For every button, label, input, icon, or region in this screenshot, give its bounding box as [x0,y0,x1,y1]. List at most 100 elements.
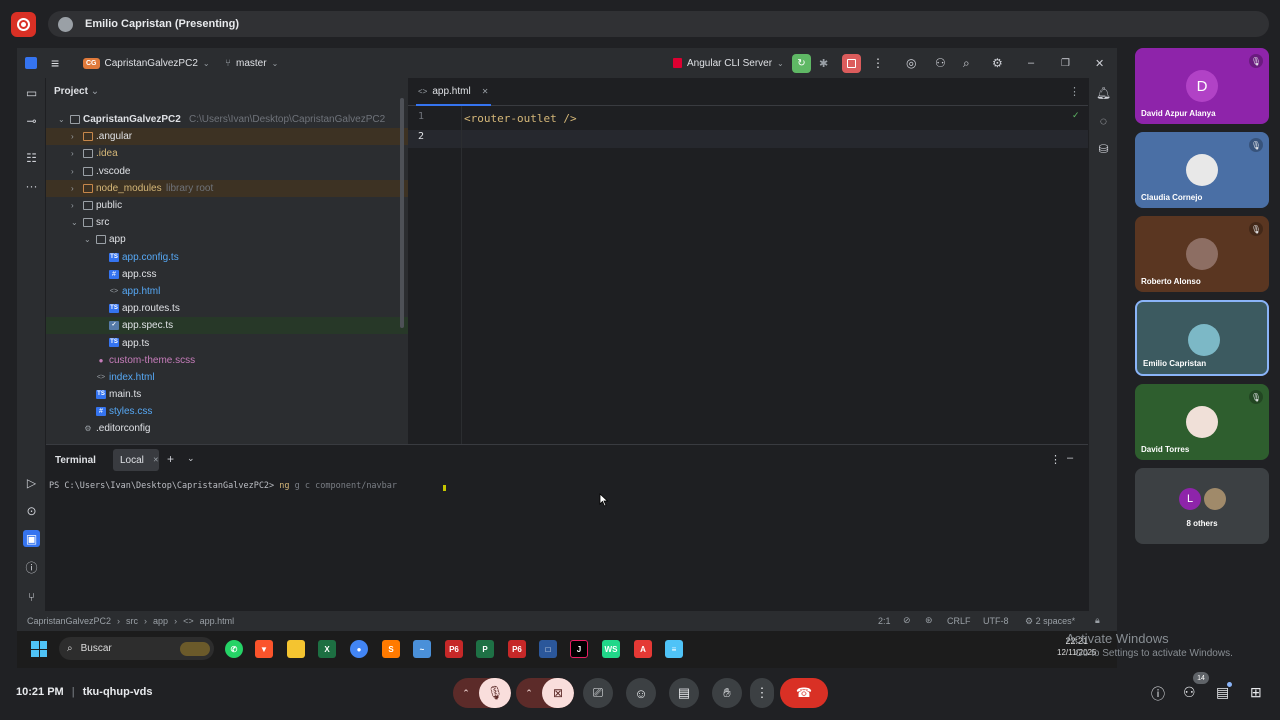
tree-item[interactable]: TS main.ts [46,386,408,403]
ai-assistant-icon[interactable]: ◎ [906,48,916,78]
tree-item[interactable]: # app.css [46,266,408,283]
editor[interactable]: <> app.html ✕ ⋮ 1 2 <router-outlet /> ✓ [408,78,1088,444]
lock-icon[interactable]: 🔒︎ [1095,615,1100,626]
tree-item[interactable]: ⌄ src [46,214,408,231]
tree-item[interactable]: TS app.ts [46,334,408,351]
recording-icon[interactable] [11,12,36,37]
participant-tile[interactable]: David Torres 🎙︎ [1135,384,1269,460]
participant-tile[interactable]: L 8 others [1135,468,1269,544]
tab-options-icon[interactable]: ⋮ [1069,85,1080,98]
app-icon[interactable]: ~ [413,640,431,658]
chevron-right-icon[interactable]: › [71,184,74,193]
project-icon[interactable]: P [476,640,494,658]
tree-item[interactable]: TS app.config.ts [46,249,408,266]
close-tab-icon[interactable]: ✕ [482,87,489,96]
brave-icon[interactable]: ▼ [255,640,273,658]
more-tools-icon[interactable]: ··· [23,177,40,194]
add-user-icon[interactable]: ⚇ [935,48,946,78]
chrome-icon[interactable]: ● [350,640,368,658]
end-call-icon[interactable]: ☎︎ [780,678,828,708]
chevron-right-icon[interactable]: › [71,132,74,141]
settings-gear-icon[interactable]: ⚙ [992,48,1003,78]
search-icon[interactable]: ⌕ [963,48,970,78]
tree-item[interactable]: › node_modules library root [46,179,408,197]
chevron-down-icon[interactable]: ⌄ [84,235,91,244]
project-panel-header[interactable]: Project ⌄ [54,86,99,97]
tree-item[interactable]: ⌄ app [46,231,408,248]
chevron-down-icon[interactable]: ⌄ [58,115,65,124]
people-icon[interactable]: ⚇ [1183,684,1196,701]
stop-button[interactable] [842,48,861,78]
tree-item[interactable]: <> app.html [46,283,408,300]
tree-item[interactable]: <> index.html [46,369,408,386]
chevron-right-icon[interactable]: › [71,201,74,210]
minimize-icon[interactable]: – [1028,48,1034,78]
tree-item[interactable]: ⌄ CapristanGalvezPC2 C:\Users\Ivan\Desktop… [46,111,408,128]
tree-item[interactable]: TS app.routes.ts [46,300,408,317]
database-icon[interactable]: ⛁ [1095,140,1112,157]
taskbar-search[interactable]: ⌕ Buscar [59,637,214,660]
more-actions-icon[interactable]: ⋮ [872,48,884,78]
folder-icon[interactable]: ▭ [23,84,40,101]
chevron-right-icon[interactable]: › [71,149,74,158]
restore-icon[interactable]: ❐ [1061,48,1070,78]
close-tab-icon[interactable]: ✕ [153,456,159,464]
raise-hand-icon[interactable]: ✋︎ [712,678,742,708]
main-menu-icon[interactable]: ≡ [51,48,59,78]
ai-chat-icon[interactable]: ◌ [1095,112,1112,129]
more-options-icon[interactable]: ⋮ [750,678,774,708]
breadcrumb-item[interactable]: src [126,616,138,626]
structure-icon[interactable]: ☷ [23,149,40,166]
code-line-1[interactable]: <router-outlet /> [464,112,577,125]
tree-item[interactable]: ● custom-theme.scss [46,352,408,369]
breadcrumb-item[interactable]: app [153,616,168,626]
tree-item[interactable]: › .vscode [46,163,408,180]
line-separator[interactable]: CRLF [947,616,971,626]
activities-icon[interactable]: ⊞ [1250,684,1262,701]
reactions-icon[interactable]: ☺ [626,678,656,708]
primavera-icon[interactable]: P6 [445,640,463,658]
chevron-down-icon[interactable]: ⌄ [71,218,78,227]
branch-selector[interactable]: ⑂ master ⌄ [225,48,278,78]
tree-item[interactable]: # styles.css [46,403,408,420]
tree-item[interactable]: › .idea [46,145,408,162]
tab-app-html[interactable]: <> app.html ✕ [416,78,491,106]
whatsapp-icon[interactable]: ✆ [225,640,243,658]
mic-options-chevron-icon[interactable]: ⌃ [453,678,479,708]
hide-panel-icon[interactable]: – [1067,452,1073,464]
cursor-position[interactable]: 2:1 [878,616,891,626]
meeting-details-icon[interactable]: ⓘ [1151,684,1165,704]
services-icon[interactable]: ⊙ [23,502,40,519]
present-screen-icon[interactable]: ⎚ [583,678,613,708]
terminal-icon[interactable]: ▣ [23,530,40,547]
tree-item[interactable]: › .angular [46,128,408,146]
sync-icon[interactable]: ⊛ [925,615,933,626]
run-icon[interactable]: ▷ [23,474,40,491]
project-selector[interactable]: CG CapristanGalvezPC2 ⌄ [83,48,210,78]
acrobat-icon[interactable]: A [634,640,652,658]
project-scrollbar[interactable] [400,98,404,328]
rerun-button[interactable]: ↻ [792,48,811,78]
mic-muted-icon[interactable]: 🎙︎ [479,678,511,708]
app-icon[interactable]: □ [539,640,557,658]
participant-tile[interactable]: Roberto Alonso 🎙︎ [1135,216,1269,292]
camera-off-icon[interactable]: ⊠ [542,678,574,708]
notifications-icon[interactable]: 🔔︎ [1095,84,1112,101]
webstorm-icon[interactable]: WS [602,640,620,658]
chevron-right-icon[interactable]: › [71,167,74,176]
captions-icon[interactable]: ▤ [669,678,699,708]
sublime-icon[interactable]: S [382,640,400,658]
encoding[interactable]: UTF-8 [983,616,1009,626]
run-config-selector[interactable]: Angular CLI Server ⌄ [673,48,784,78]
excel-icon[interactable]: X [318,640,336,658]
camera-options-chevron-icon[interactable]: ⌃ [516,678,542,708]
problems-icon[interactable]: ⓘ [23,559,40,576]
tab-local[interactable]: Local ✕ [113,449,159,471]
new-terminal-icon[interactable]: + [167,452,174,466]
chevron-down-icon[interactable]: ⌄ [187,453,195,464]
participant-tile[interactable]: Emilio Capristan [1135,300,1269,376]
participant-tile[interactable]: D David Azpur Alanya 🎙︎ [1135,48,1269,124]
tree-item[interactable]: ⚙ .editorconfig [46,420,408,437]
jetbrains-icon[interactable]: J [570,640,588,658]
windows-start-icon[interactable] [31,641,47,657]
